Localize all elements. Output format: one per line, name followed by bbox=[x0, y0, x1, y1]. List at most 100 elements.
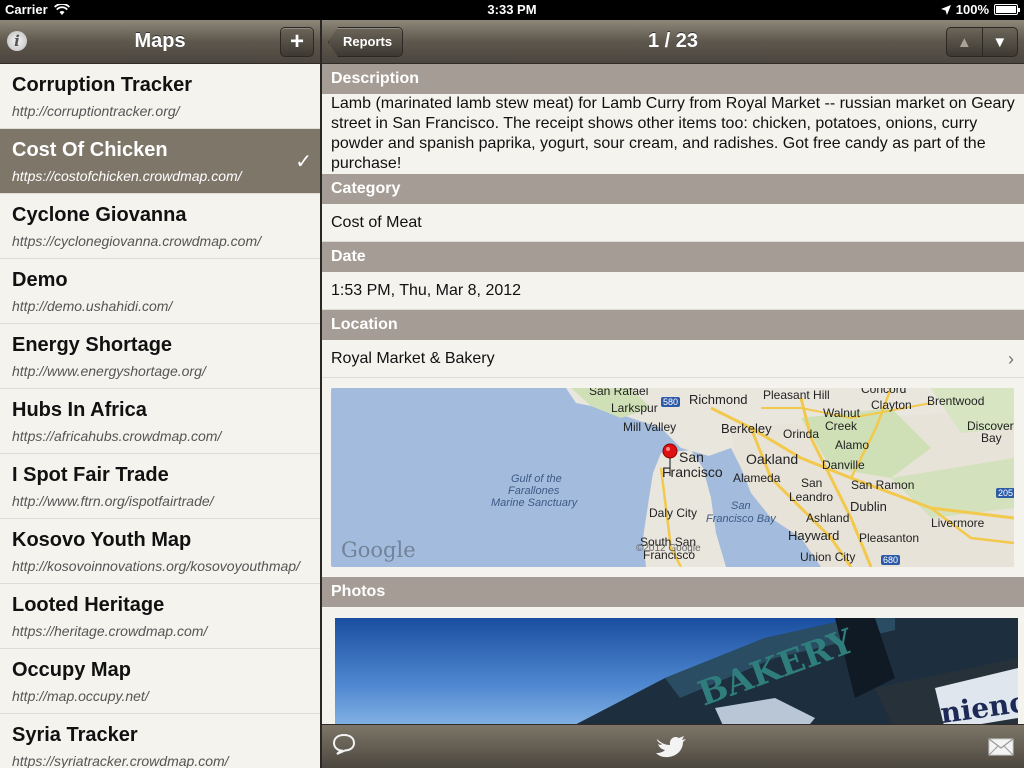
map-label: San Rafael bbox=[589, 388, 649, 398]
map-list-item[interactable]: I Spot Fair Trade http://www.ftrn.org/isp… bbox=[0, 454, 320, 519]
location-value: Royal Market & Bakery bbox=[331, 350, 495, 367]
map-label: San bbox=[801, 476, 823, 490]
maps-title: Maps bbox=[134, 30, 186, 52]
map-label: Pleasanton bbox=[859, 531, 920, 545]
category-header: Category bbox=[322, 174, 1024, 204]
map-label: Danville bbox=[822, 458, 865, 472]
map-name: Occupy Map bbox=[12, 659, 131, 681]
map-name: Hubs In Africa bbox=[12, 399, 147, 421]
map-label: Leandro bbox=[789, 490, 834, 504]
map-label: San Ramon bbox=[851, 478, 915, 492]
map-url: http://demo.ushahidi.com/ bbox=[12, 298, 173, 314]
map-label: Creek bbox=[825, 419, 858, 433]
status-bar: Carrier 3:33 PM 100% bbox=[0, 0, 1024, 20]
map-label: Brentwood bbox=[927, 394, 985, 408]
map-name: Cyclone Giovanna bbox=[12, 204, 187, 226]
map-label: Daly City bbox=[649, 506, 698, 520]
add-map-button[interactable]: + bbox=[280, 27, 314, 57]
description-header: Description bbox=[322, 64, 1024, 94]
report-counter: 1 / 23 bbox=[647, 30, 699, 52]
highway-shield: 205 bbox=[996, 488, 1014, 498]
map-label: Francisco bbox=[662, 464, 723, 480]
location-map[interactable]: San Rafael Richmond Pleasant Hill Concor… bbox=[331, 388, 1014, 567]
map-url: http://corruptiontracker.org/ bbox=[12, 103, 180, 119]
map-label: Farallones bbox=[508, 485, 560, 497]
map-url: http://map.occupy.net/ bbox=[12, 688, 149, 704]
battery-percent: 100% bbox=[955, 2, 989, 17]
map-label: Gulf of the bbox=[511, 473, 562, 485]
map-name: Looted Heritage bbox=[12, 594, 165, 616]
map-url: http://www.ftrn.org/ispotfairtrade/ bbox=[12, 493, 214, 509]
map-label: Alameda bbox=[733, 471, 781, 485]
map-label: Hayward bbox=[788, 528, 840, 543]
map-url: https://cyclonegiovanna.crowdmap.com/ bbox=[12, 233, 262, 249]
highway-shield: 680 bbox=[881, 555, 901, 565]
map-url: https://heritage.crowdmap.com/ bbox=[12, 623, 208, 639]
location-arrow-icon bbox=[940, 4, 951, 15]
map-list-item[interactable]: Occupy Map http://map.occupy.net/ bbox=[0, 649, 320, 714]
map-label: Union City bbox=[800, 550, 856, 564]
map-label: Bay bbox=[981, 431, 1002, 445]
map-list-item[interactable]: Corruption Tracker http://corruptiontrack… bbox=[0, 64, 320, 129]
map-label: Clayton bbox=[871, 398, 912, 412]
bottom-toolbar bbox=[322, 724, 1024, 768]
speech-bubble-icon[interactable] bbox=[332, 733, 356, 755]
map-label: Pleasant Hill bbox=[763, 388, 830, 402]
map-list-item[interactable]: Demo http://demo.ushahidi.com/ bbox=[0, 259, 320, 324]
maps-list: Corruption Tracker http://corruptiontrack… bbox=[0, 64, 320, 768]
map-label: Francisco Bay bbox=[706, 513, 776, 525]
map-label: Larkspur bbox=[611, 401, 658, 415]
map-label: Concord bbox=[861, 388, 907, 396]
map-list-item[interactable]: Energy Shortage http://www.energyshortage… bbox=[0, 324, 320, 389]
map-name: Syria Tracker bbox=[12, 724, 138, 746]
next-report-icon[interactable]: ▼ bbox=[983, 28, 1018, 56]
date-value: 1:53 PM, Thu, Mar 8, 2012 bbox=[322, 272, 1024, 310]
map-label: Ashland bbox=[806, 511, 850, 525]
map-name: Corruption Tracker bbox=[12, 74, 193, 96]
map-label: Mill Valley bbox=[623, 420, 677, 434]
map-name: Energy Shortage bbox=[12, 334, 173, 356]
chevron-right-icon: › bbox=[1008, 349, 1014, 369]
map-label: Dublin bbox=[850, 499, 887, 514]
map-url: https://costofchicken.crowdmap.com/ bbox=[12, 168, 242, 184]
map-name: Demo bbox=[12, 269, 68, 291]
category-value: Cost of Meat bbox=[322, 204, 1024, 242]
twitter-bird-icon[interactable] bbox=[655, 733, 689, 759]
map-list-item[interactable]: Looted Heritage https://heritage.crowdmap… bbox=[0, 584, 320, 649]
map-list-item[interactable]: Cost Of Chicken https://costofchicken.cro… bbox=[0, 129, 320, 194]
map-label: Marine Sanctuary bbox=[491, 497, 578, 509]
location-header: Location bbox=[322, 310, 1024, 340]
map-label: San bbox=[679, 449, 704, 465]
map-label: Orinda bbox=[783, 427, 820, 441]
map-label: Alamo bbox=[835, 438, 870, 452]
map-name: I Spot Fair Trade bbox=[12, 464, 169, 486]
highway-shield: 580 bbox=[661, 397, 681, 407]
maps-navbar: i Maps + bbox=[0, 20, 320, 64]
map-label: Oakland bbox=[746, 451, 799, 467]
map-url: https://syriatracker.crowdmap.com/ bbox=[12, 753, 229, 768]
map-list-item[interactable]: Syria Tracker https://syriatracker.crowdm… bbox=[0, 714, 320, 768]
report-detail-pane: Reports 1 / 23 ▲ ▼ Description Lamb (mar… bbox=[322, 20, 1024, 768]
map-name: Kosovo Youth Map bbox=[12, 529, 192, 551]
map-copyright: ©2012 Google bbox=[636, 543, 701, 554]
previous-report-icon[interactable]: ▲ bbox=[947, 28, 983, 56]
mail-icon[interactable] bbox=[988, 738, 1014, 756]
report-navbar: Reports 1 / 23 ▲ ▼ bbox=[322, 20, 1024, 64]
map-label: Walnut bbox=[823, 406, 860, 420]
google-logo: Google bbox=[341, 538, 416, 562]
report-nav-segment: ▲ ▼ bbox=[946, 27, 1018, 57]
map-name: Cost Of Chicken bbox=[12, 139, 168, 161]
map-list-item[interactable]: Cyclone Giovanna https://cyclonegiovanna.… bbox=[0, 194, 320, 259]
location-row[interactable]: Royal Market & Bakery › bbox=[322, 340, 1024, 378]
description-text: Lamb (marinated lamb stew meat) for Lamb… bbox=[322, 94, 1024, 174]
report-photo[interactable]: BAKERY nience bbox=[335, 618, 1018, 730]
map-label: Richmond bbox=[689, 392, 748, 407]
map-url: http://kosovoinnovations.org/kosovoyouth… bbox=[12, 558, 300, 574]
map-url: https://africahubs.crowdmap.com/ bbox=[12, 428, 222, 444]
map-url: http://www.energyshortage.org/ bbox=[12, 363, 206, 379]
map-list-item[interactable]: Kosovo Youth Map http://kosovoinnovations… bbox=[0, 519, 320, 584]
battery-icon bbox=[994, 4, 1020, 15]
photos-header: Photos bbox=[322, 577, 1024, 607]
map-list-item[interactable]: Hubs In Africa https://africahubs.crowdma… bbox=[0, 389, 320, 454]
status-right: 100% bbox=[940, 2, 1020, 17]
